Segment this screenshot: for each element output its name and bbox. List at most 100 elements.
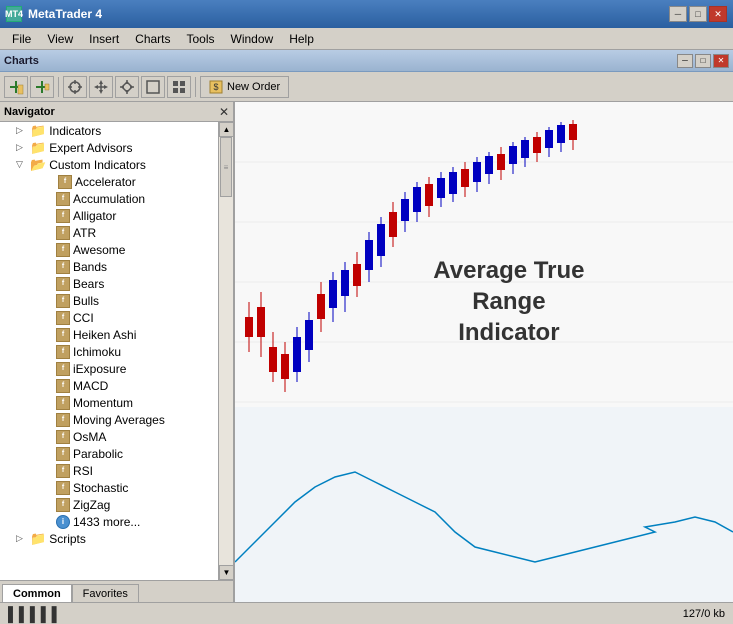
toolbar-btn-move[interactable] [89,76,113,98]
tree-scroll-area: ▷ 📁 Indicators ▷ 📁 Expert Advisors ▽ 📂 C… [0,122,218,580]
svg-text:$: $ [213,82,218,92]
expand-custom-icon: ▽ [16,159,28,170]
new-order-button[interactable]: $ New Order [200,76,289,98]
inner-minimize-button[interactable]: ─ [677,54,693,68]
tree-item-accelerator[interactable]: f Accelerator [0,173,218,190]
tree-item-heiken-ashi[interactable]: f Heiken Ashi [0,326,218,343]
navigator-scrollbar[interactable]: ▲ ≡ ▼ [218,122,233,580]
menu-tools[interactable]: Tools [179,30,223,48]
inner-title-bar: Charts ─ □ ✕ [0,50,733,72]
menu-help[interactable]: Help [281,30,322,48]
tree-item-more[interactable]: i 1433 more... [0,513,218,530]
scrollbar-up-button[interactable]: ▲ [219,122,233,137]
bears-label: Bears [73,277,104,291]
tree-item-ichimoku[interactable]: f Ichimoku [0,343,218,360]
toolbar-btn-box[interactable] [141,76,165,98]
macd-label: MACD [73,379,108,393]
moving-averages-label: Moving Averages [73,413,165,427]
atr-icon: f [56,226,70,240]
toolbar-btn-grid[interactable] [167,76,191,98]
menu-bar: File View Insert Charts Tools Window Hel… [0,28,733,50]
moving-averages-icon: f [56,413,70,427]
new-order-label: New Order [227,81,280,93]
scrollbar-thumb[interactable]: ≡ [220,137,232,197]
awesome-icon: f [56,243,70,257]
parabolic-label: Parabolic [73,447,123,461]
tree-item-zigzag[interactable]: f ZigZag [0,496,218,513]
bands-label: Bands [73,260,107,274]
ea-label: Expert Advisors [49,141,132,155]
inner-maximize-button[interactable]: □ [695,54,711,68]
iexposure-icon: f [56,362,70,376]
tree-item-stochastic[interactable]: f Stochastic [0,479,218,496]
ichimoku-icon: f [56,345,70,359]
chart-svg [235,102,733,602]
toolbar-btn-2[interactable] [30,76,54,98]
indicators-folder-icon: 📁 [30,123,46,139]
scripts-folder-icon: 📁 [30,531,46,547]
tree-item-alligator[interactable]: f Alligator [0,207,218,224]
zigzag-label: ZigZag [73,498,110,512]
menu-charts[interactable]: Charts [127,30,178,48]
tree-item-moving-averages[interactable]: f Moving Averages [0,411,218,428]
heikenashi-label: Heiken Ashi [73,328,136,342]
tree-item-accumulation[interactable]: f Accumulation [0,190,218,207]
tree-item-parabolic[interactable]: f Parabolic [0,445,218,462]
scroll-grip-icon: ≡ [224,163,229,172]
tree-item-custom-indicators[interactable]: ▽ 📂 Custom Indicators [0,156,218,173]
tree-item-cci[interactable]: f CCI [0,309,218,326]
stochastic-label: Stochastic [73,481,128,495]
inner-title-text: Charts [4,55,39,67]
window-controls[interactable]: ─ □ ✕ [669,6,727,22]
inner-close-button[interactable]: ✕ [713,54,729,68]
tree-item-expert-advisors[interactable]: ▷ 📁 Expert Advisors [0,139,218,156]
accelerator-icon: f [58,175,72,189]
navigator-title: Navigator [4,106,55,118]
accumulation-label: Accumulation [73,192,145,206]
tab-common[interactable]: Common [2,584,72,602]
tree-item-bulls[interactable]: f Bulls [0,292,218,309]
menu-window[interactable]: Window [223,30,282,48]
toolbar-btn-crosshair[interactable] [63,76,87,98]
tree-item-macd[interactable]: f MACD [0,377,218,394]
accumulation-icon: f [56,192,70,206]
toolbar-sep-2 [195,77,196,97]
tree-item-indicators[interactable]: ▷ 📁 Indicators [0,122,218,139]
tree-item-scripts[interactable]: ▷ 📁 Scripts [0,530,218,547]
tree-item-rsi[interactable]: f RSI [0,462,218,479]
zigzag-icon: f [56,498,70,512]
stochastic-icon: f [56,481,70,495]
status-memory: 127/0 kb [683,608,725,620]
accelerator-label: Accelerator [75,175,136,189]
toolbar-btn-zoom[interactable] [115,76,139,98]
maximize-button[interactable]: □ [689,6,707,22]
tree-item-awesome[interactable]: f Awesome [0,241,218,258]
tree-item-osma[interactable]: f OsMA [0,428,218,445]
title-bar: MT4 MetaTrader 4 ─ □ ✕ [0,0,733,28]
indicators-label: Indicators [49,124,101,138]
tree-item-bands[interactable]: f Bands [0,258,218,275]
toolbar-btn-add[interactable] [4,76,28,98]
menu-insert[interactable]: Insert [81,30,127,48]
menu-file[interactable]: File [4,30,39,48]
close-button[interactable]: ✕ [709,6,727,22]
tree-item-iexposure[interactable]: f iExposure [0,360,218,377]
custom-indicators-label: Custom Indicators [49,158,146,172]
tab-favorites[interactable]: Favorites [72,584,139,602]
scrollbar-track[interactable]: ≡ [219,137,233,565]
minimize-button[interactable]: ─ [669,6,687,22]
menu-view[interactable]: View [39,30,81,48]
cci-icon: f [56,311,70,325]
tree-item-momentum[interactable]: f Momentum [0,394,218,411]
cci-label: CCI [73,311,94,325]
tree-item-bears[interactable]: f Bears [0,275,218,292]
tree-item-atr[interactable]: f ATR [0,224,218,241]
osma-label: OsMA [73,430,106,444]
navigator-close-button[interactable]: ✕ [219,105,229,119]
inner-controls[interactable]: ─ □ ✕ [677,54,729,68]
scripts-label: Scripts [49,532,86,546]
macd-icon: f [56,379,70,393]
ichimoku-label: Ichimoku [73,345,121,359]
scrollbar-down-button[interactable]: ▼ [219,565,233,580]
bears-icon: f [56,277,70,291]
